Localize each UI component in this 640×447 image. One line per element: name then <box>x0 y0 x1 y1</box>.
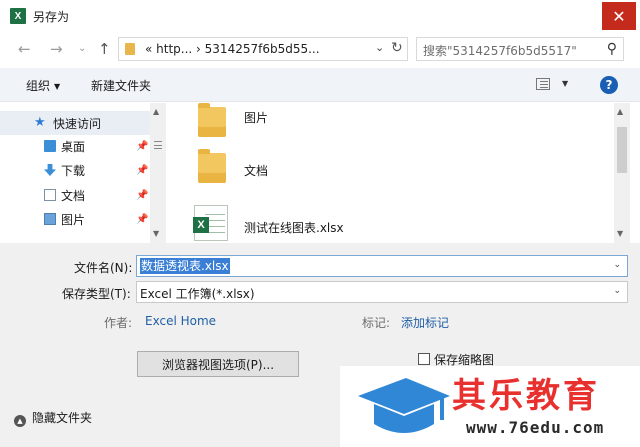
desktop-icon <box>44 140 56 152</box>
file-list-scrollbar[interactable]: ▲ ▼ <box>614 103 630 243</box>
close-button[interactable]: ✕ <box>602 2 636 30</box>
list-item[interactable]: 图片 <box>166 103 606 147</box>
navigation-pane: ★ 快速访问 桌面 📌 下载 📌 文档 📌 图片 📌 <box>0 103 166 243</box>
nav-item-pictures[interactable]: 图片 📌 <box>0 207 150 231</box>
nav-scrollbar[interactable]: ▲ ▼ <box>150 103 166 243</box>
nav-label: 桌面 <box>61 139 86 154</box>
scroll-up-icon[interactable]: ▲ <box>617 107 623 116</box>
back-arrow-icon[interactable]: ← <box>18 40 31 58</box>
recent-dropdown-icon[interactable]: ⌄ <box>78 43 86 54</box>
pin-icon[interactable]: 📌 <box>136 141 148 152</box>
pin-icon[interactable]: 📌 <box>136 190 148 201</box>
filename-label: 文件名(N): <box>74 261 133 275</box>
search-icon[interactable]: ⚲ <box>607 41 617 57</box>
graduation-cap-icon <box>358 378 450 433</box>
list-item[interactable]: 文档 <box>166 147 606 203</box>
filename-value: 数据透视表.xlsx <box>140 258 230 274</box>
pin-icon[interactable]: 📌 <box>136 165 148 176</box>
address-bar[interactable]: « http... › 5314257f6b5d55... ⌄ ↻ <box>118 37 408 61</box>
chevron-up-icon: ▲ <box>14 415 26 427</box>
scroll-thumb[interactable] <box>617 127 627 173</box>
scroll-up-icon[interactable]: ▲ <box>153 107 159 116</box>
folder-icon <box>198 103 226 137</box>
organize-button[interactable]: 组织 ▼ <box>26 77 60 94</box>
list-item[interactable]: X 测试在线图表.xlsx <box>166 203 606 243</box>
tags-label: 标记: <box>362 316 391 330</box>
nav-item-quick-access[interactable]: ★ 快速访问 <box>0 111 150 135</box>
filetype-value: Excel 工作簿(*.xlsx) <box>140 287 255 301</box>
nav-item-desktop[interactable]: 桌面 📌 <box>0 134 150 158</box>
scroll-down-icon[interactable]: ▼ <box>153 229 159 238</box>
search-input[interactable]: 搜索"5314257f6b5d5517" ⚲ <box>416 37 624 61</box>
title-bar: X 另存为 ✕ <box>0 0 640 32</box>
refresh-icon[interactable]: ↻ <box>391 40 403 56</box>
document-icon <box>44 189 56 201</box>
nav-label: 图片 <box>61 212 86 227</box>
close-icon: ✕ <box>612 6 626 26</box>
brand-url: www.76edu.com <box>466 418 605 437</box>
excel-app-icon: X <box>10 8 26 24</box>
file-name: 文档 <box>244 164 269 178</box>
help-button[interactable]: ? <box>600 76 618 94</box>
nav-item-documents[interactable]: 文档 📌 <box>0 183 150 207</box>
scroll-down-icon[interactable]: ▼ <box>617 229 623 238</box>
brand-title: 其乐教育 <box>452 376 600 416</box>
pictures-icon <box>44 213 56 225</box>
excel-x-icon: X <box>193 217 209 233</box>
nav-label: 文档 <box>61 188 86 203</box>
browser-view-options-button[interactable]: 浏览器视图选项(P)... <box>137 351 299 377</box>
new-folder-button[interactable]: 新建文件夹 <box>91 77 151 94</box>
address-row: ← → ⌄ ↑ « http... › 5314257f6b5d55... ⌄ … <box>0 32 640 68</box>
excel-file-icon: X <box>193 205 228 241</box>
hide-folders-toggle[interactable]: ▲ 隐藏文件夹 <box>14 409 92 427</box>
view-options-icon[interactable] <box>536 78 550 90</box>
caret-down-icon[interactable]: ▼ <box>562 79 568 88</box>
author-value[interactable]: Excel Home <box>145 314 216 328</box>
nav-label: 下载 <box>61 163 86 178</box>
nav-item-downloads[interactable]: 下载 📌 <box>0 158 150 182</box>
up-arrow-icon[interactable]: ↑ <box>98 40 111 58</box>
filetype-label: 保存类型(T): <box>62 287 131 301</box>
folder-icon <box>125 43 135 55</box>
chevron-down-icon[interactable]: ⌄ <box>613 286 621 296</box>
forward-arrow-icon[interactable]: → <box>50 40 63 58</box>
chevron-down-icon[interactable]: ⌄ <box>613 260 621 270</box>
file-list: 图片 文档 X 测试在线图表.xlsx <box>166 103 614 243</box>
scroll-grip-icon[interactable] <box>154 141 162 149</box>
search-placeholder: 搜索"5314257f6b5d5517" <box>423 44 577 58</box>
star-icon: ★ <box>34 115 46 130</box>
folder-icon <box>198 149 226 183</box>
filetype-select[interactable]: Excel 工作簿(*.xlsx) ⌄ <box>136 281 628 303</box>
window-title: 另存为 <box>33 10 70 24</box>
brand-watermark: 其乐教育 www.76edu.com <box>340 366 640 447</box>
tags-input[interactable]: 添加标记 <box>401 314 449 331</box>
address-path: « http... › 5314257f6b5d55... <box>145 42 320 56</box>
nav-label: 快速访问 <box>53 116 102 131</box>
file-name: 图片 <box>244 111 269 125</box>
author-label: 作者: <box>104 316 133 330</box>
hide-folders-label: 隐藏文件夹 <box>32 411 93 425</box>
pin-icon[interactable]: 📌 <box>136 214 148 225</box>
organize-label: 组织 <box>26 79 51 93</box>
filename-field[interactable]: 数据透视表.xlsx ⌄ <box>136 255 628 277</box>
download-icon <box>44 164 56 176</box>
save-thumbnail-checkbox[interactable] <box>418 353 430 365</box>
caret-down-icon: ▼ <box>54 82 61 91</box>
file-name: 测试在线图表.xlsx <box>244 221 344 235</box>
chevron-down-icon[interactable]: ⌄ <box>375 41 384 54</box>
command-toolbar: 组织 ▼ 新建文件夹 ▼ ? <box>0 68 640 102</box>
